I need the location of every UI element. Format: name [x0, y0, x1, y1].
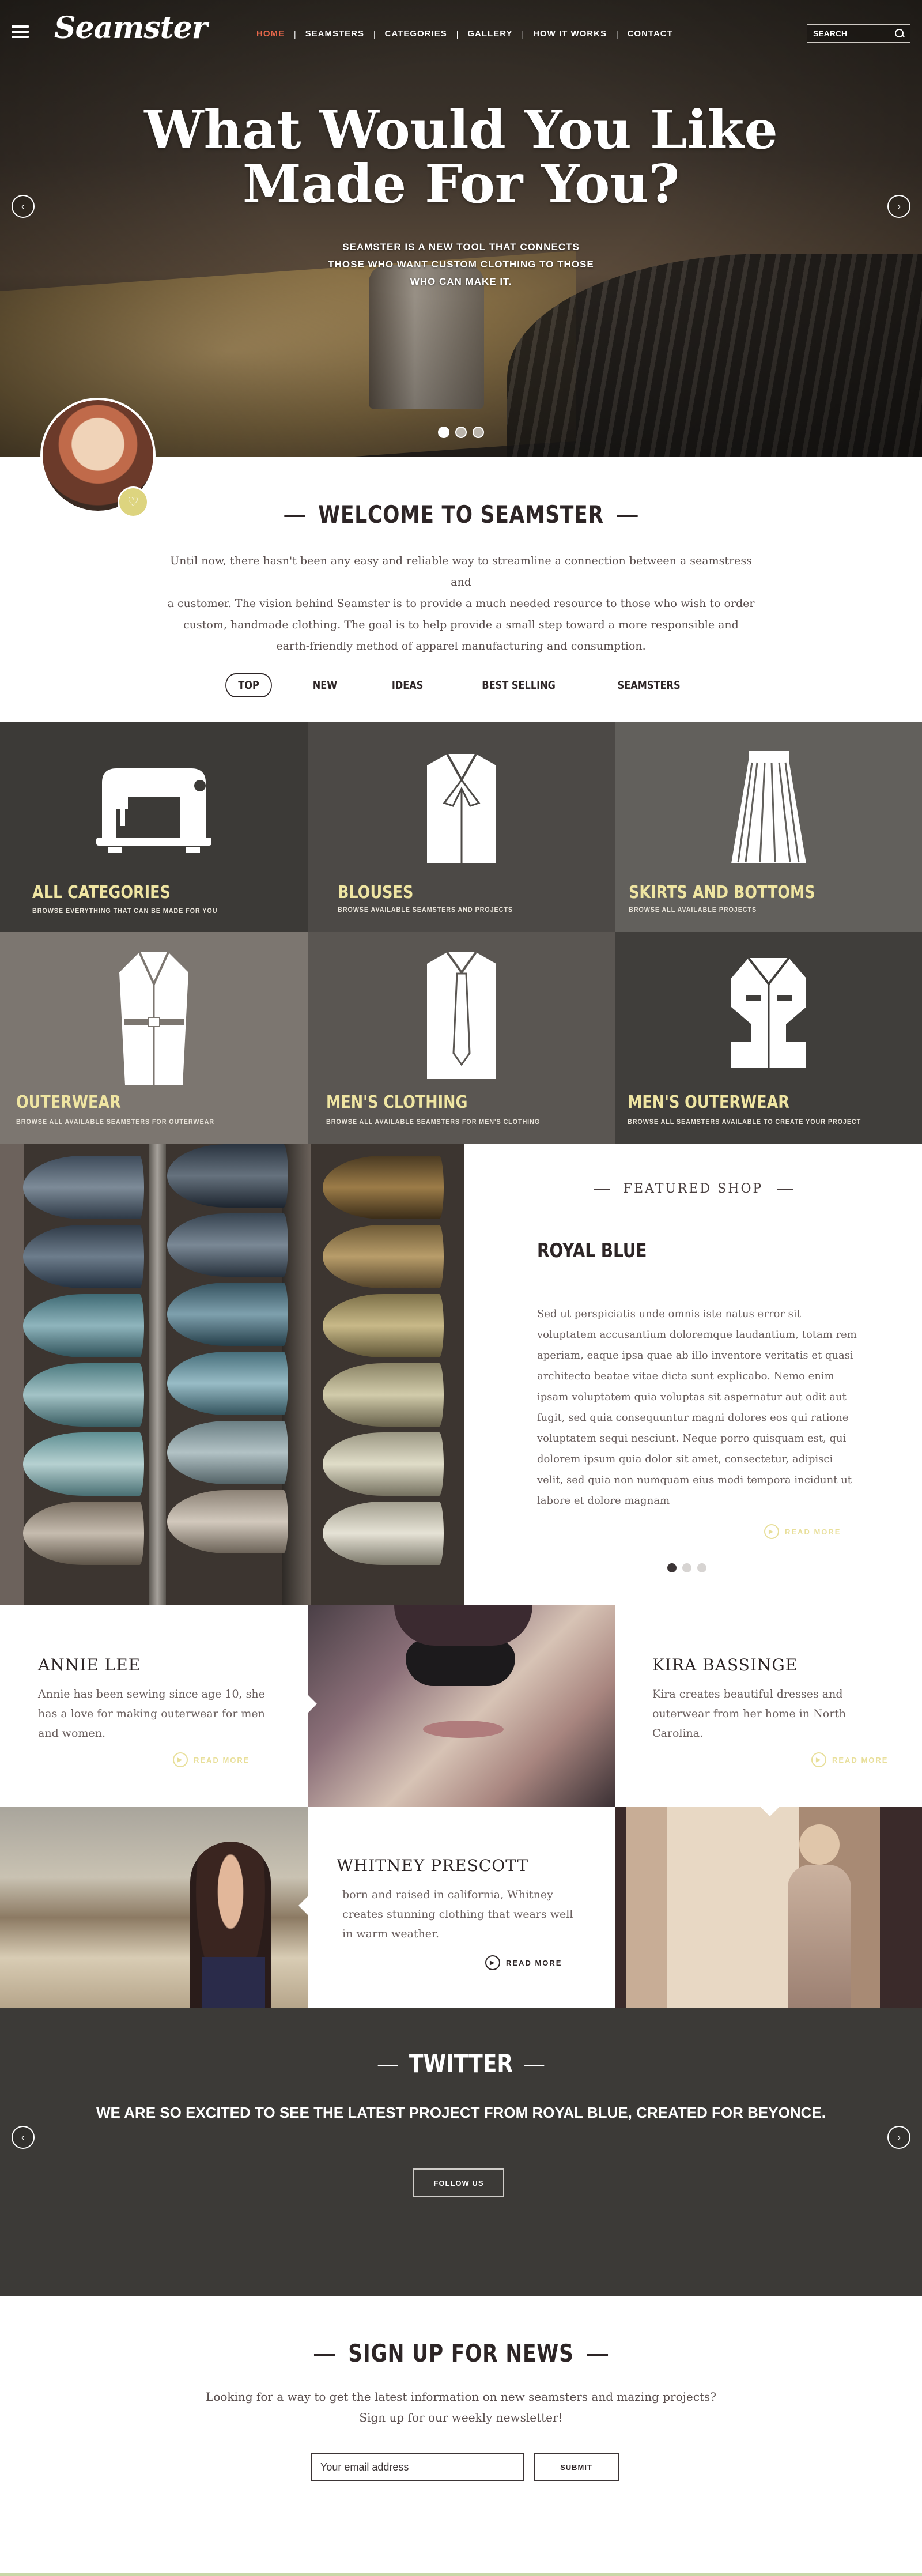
- nav-how-it-works[interactable]: HOW IT WORKS: [533, 29, 607, 39]
- featured-slide-dots: [667, 1563, 706, 1572]
- twitter-next-arrow-icon[interactable]: ›: [887, 2126, 910, 2149]
- category-blouses[interactable]: BLOUSES BROWSE AVAILABLE SEAMSTERS AND P…: [308, 722, 615, 932]
- hero-prev-arrow-icon[interactable]: ‹: [12, 195, 35, 218]
- category-mens-clothing[interactable]: MEN'S CLOTHING BROWSE ALL AVAILABLE SEAM…: [308, 932, 615, 1144]
- slide-dot[interactable]: [473, 427, 484, 438]
- profile-photo-annie[interactable]: [308, 1605, 615, 1807]
- nav-links: HOME | SEAMSTERS | CATEGORIES | GALLERY …: [256, 29, 673, 39]
- profile-description: born and raised in california, Whitney c…: [342, 1888, 573, 1940]
- hero-next-arrow-icon[interactable]: ›: [887, 195, 910, 218]
- welcome-text: Until now, there hasn't been any easy an…: [167, 555, 755, 653]
- slide-dot[interactable]: [438, 427, 449, 438]
- category-skirts-and-bottoms[interactable]: SKIRTS AND BOTTOMS BROWSE ALL AVAILABLE …: [615, 722, 922, 932]
- profile-name[interactable]: WHITNEY PRESCOTT: [337, 1856, 528, 1875]
- hero-title: What Would You Like Made For You?: [144, 99, 778, 215]
- profile-name[interactable]: KIRA BASSINGE: [652, 1655, 798, 1674]
- tab-top[interactable]: TOP: [225, 673, 273, 697]
- follow-us-button[interactable]: FOLLOW US: [413, 2168, 504, 2197]
- welcome-title: WELCOME TO SEAMSTER: [83, 500, 839, 529]
- newsletter-text: Looking for a way to get the latest info…: [206, 2390, 716, 2424]
- twitter-prev-arrow-icon[interactable]: ‹: [12, 2126, 35, 2149]
- heart-badge-icon[interactable]: ♡: [118, 486, 149, 518]
- search-icon[interactable]: [895, 29, 904, 38]
- annie-read-more-button[interactable]: ▶ READ MORE: [173, 1752, 250, 1767]
- hero-slide-dots: [438, 427, 484, 438]
- twitter-title: TWITTER: [83, 2049, 839, 2079]
- footer-line: [0, 2573, 922, 2576]
- logo[interactable]: Seamster: [54, 10, 207, 46]
- featured-shop-name[interactable]: ROYAL BLUE: [537, 1239, 647, 1262]
- whitney-read-more-button[interactable]: ▶ READ MORE: [485, 1955, 562, 1970]
- tab-best-selling[interactable]: BEST SELLING: [470, 673, 569, 697]
- page: Seamster HOME | SEAMSTERS | CATEGORIES |…: [0, 0, 922, 2576]
- profile-description: Annie has been sewing since age 10, she …: [38, 1688, 265, 1740]
- nav-seamsters[interactable]: SEAMSTERS: [305, 29, 364, 39]
- search-input[interactable]: [813, 29, 888, 38]
- play-icon: ▶: [485, 1955, 500, 1970]
- hero-slider: Seamster HOME | SEAMSTERS | CATEGORIES |…: [0, 0, 922, 457]
- profile-photo-beach[interactable]: [0, 1807, 308, 2008]
- nav-categories[interactable]: CATEGORIES: [385, 29, 447, 39]
- slide-dot[interactable]: [697, 1563, 706, 1572]
- vest-icon: [731, 957, 806, 1068]
- skirt-icon: [731, 751, 806, 863]
- kira-read-more-button[interactable]: ▶ READ MORE: [811, 1752, 888, 1767]
- featured-thread-photo: [0, 1144, 464, 1605]
- category-outerwear[interactable]: OUTERWEAR BROWSE ALL AVAILABLE SEAMSTERS…: [0, 932, 308, 1144]
- tab-ideas[interactable]: IDEAS: [379, 673, 436, 697]
- nav-contact[interactable]: CONTACT: [628, 29, 673, 39]
- featured-shop-heading: FEATURED SHOP: [464, 1182, 922, 1196]
- newsletter-title: SIGN UP FOR NEWS: [83, 2339, 839, 2367]
- featured-read-more-button[interactable]: ▶ READ MORE: [764, 1524, 841, 1539]
- slide-dot[interactable]: [682, 1563, 692, 1572]
- profile-name[interactable]: ANNIE LEE: [38, 1655, 141, 1674]
- hero-subtitle: SEAMSTER IS A NEW TOOL THAT CONNECTS THO…: [328, 242, 594, 287]
- play-icon: ▶: [764, 1524, 779, 1539]
- shirt-tie-icon: [426, 951, 496, 1079]
- play-icon: ▶: [811, 1752, 826, 1767]
- filter-tabs: TOP NEW IDEAS BEST SELLING SEAMSTERS: [0, 673, 922, 697]
- avatar[interactable]: ♡: [40, 398, 156, 518]
- tab-seamsters[interactable]: SEAMSTERS: [604, 673, 693, 697]
- sewing-machine-icon: [96, 768, 211, 853]
- slide-dot[interactable]: [455, 427, 467, 438]
- hamburger-menu-icon[interactable]: [12, 25, 29, 39]
- nav-gallery[interactable]: GALLERY: [467, 29, 512, 39]
- tab-new[interactable]: NEW: [300, 673, 350, 697]
- twitter-text: WE ARE SO EXCITED TO SEE THE LATEST PROJ…: [96, 2104, 826, 2121]
- nav-home[interactable]: HOME: [256, 29, 285, 39]
- play-icon: ▶: [173, 1752, 188, 1767]
- profile-description: Kira creates beautiful dresses and outer…: [652, 1688, 847, 1740]
- search-box: [807, 24, 910, 43]
- email-field[interactable]: [311, 2453, 524, 2481]
- featured-shop-text: Sed ut perspiciatis unde omnis iste natu…: [537, 1308, 857, 1507]
- slide-dot[interactable]: [667, 1563, 677, 1572]
- trench-coat-icon: [119, 952, 188, 1085]
- submit-button[interactable]: SUBMIT: [534, 2453, 619, 2481]
- category-mens-outerwear[interactable]: MEN'S OUTERWEAR BROWSE ALL SEAMSTERS AVA…: [615, 932, 922, 1144]
- top-nav: Seamster HOME | SEAMSTERS | CATEGORIES |…: [0, 0, 922, 66]
- blouse-icon: [426, 753, 496, 863]
- category-all-categories[interactable]: ALL CATEGORIES BROWSE EVERYTHING THAT CA…: [0, 722, 308, 932]
- profile-photo-kira[interactable]: [615, 1807, 922, 2008]
